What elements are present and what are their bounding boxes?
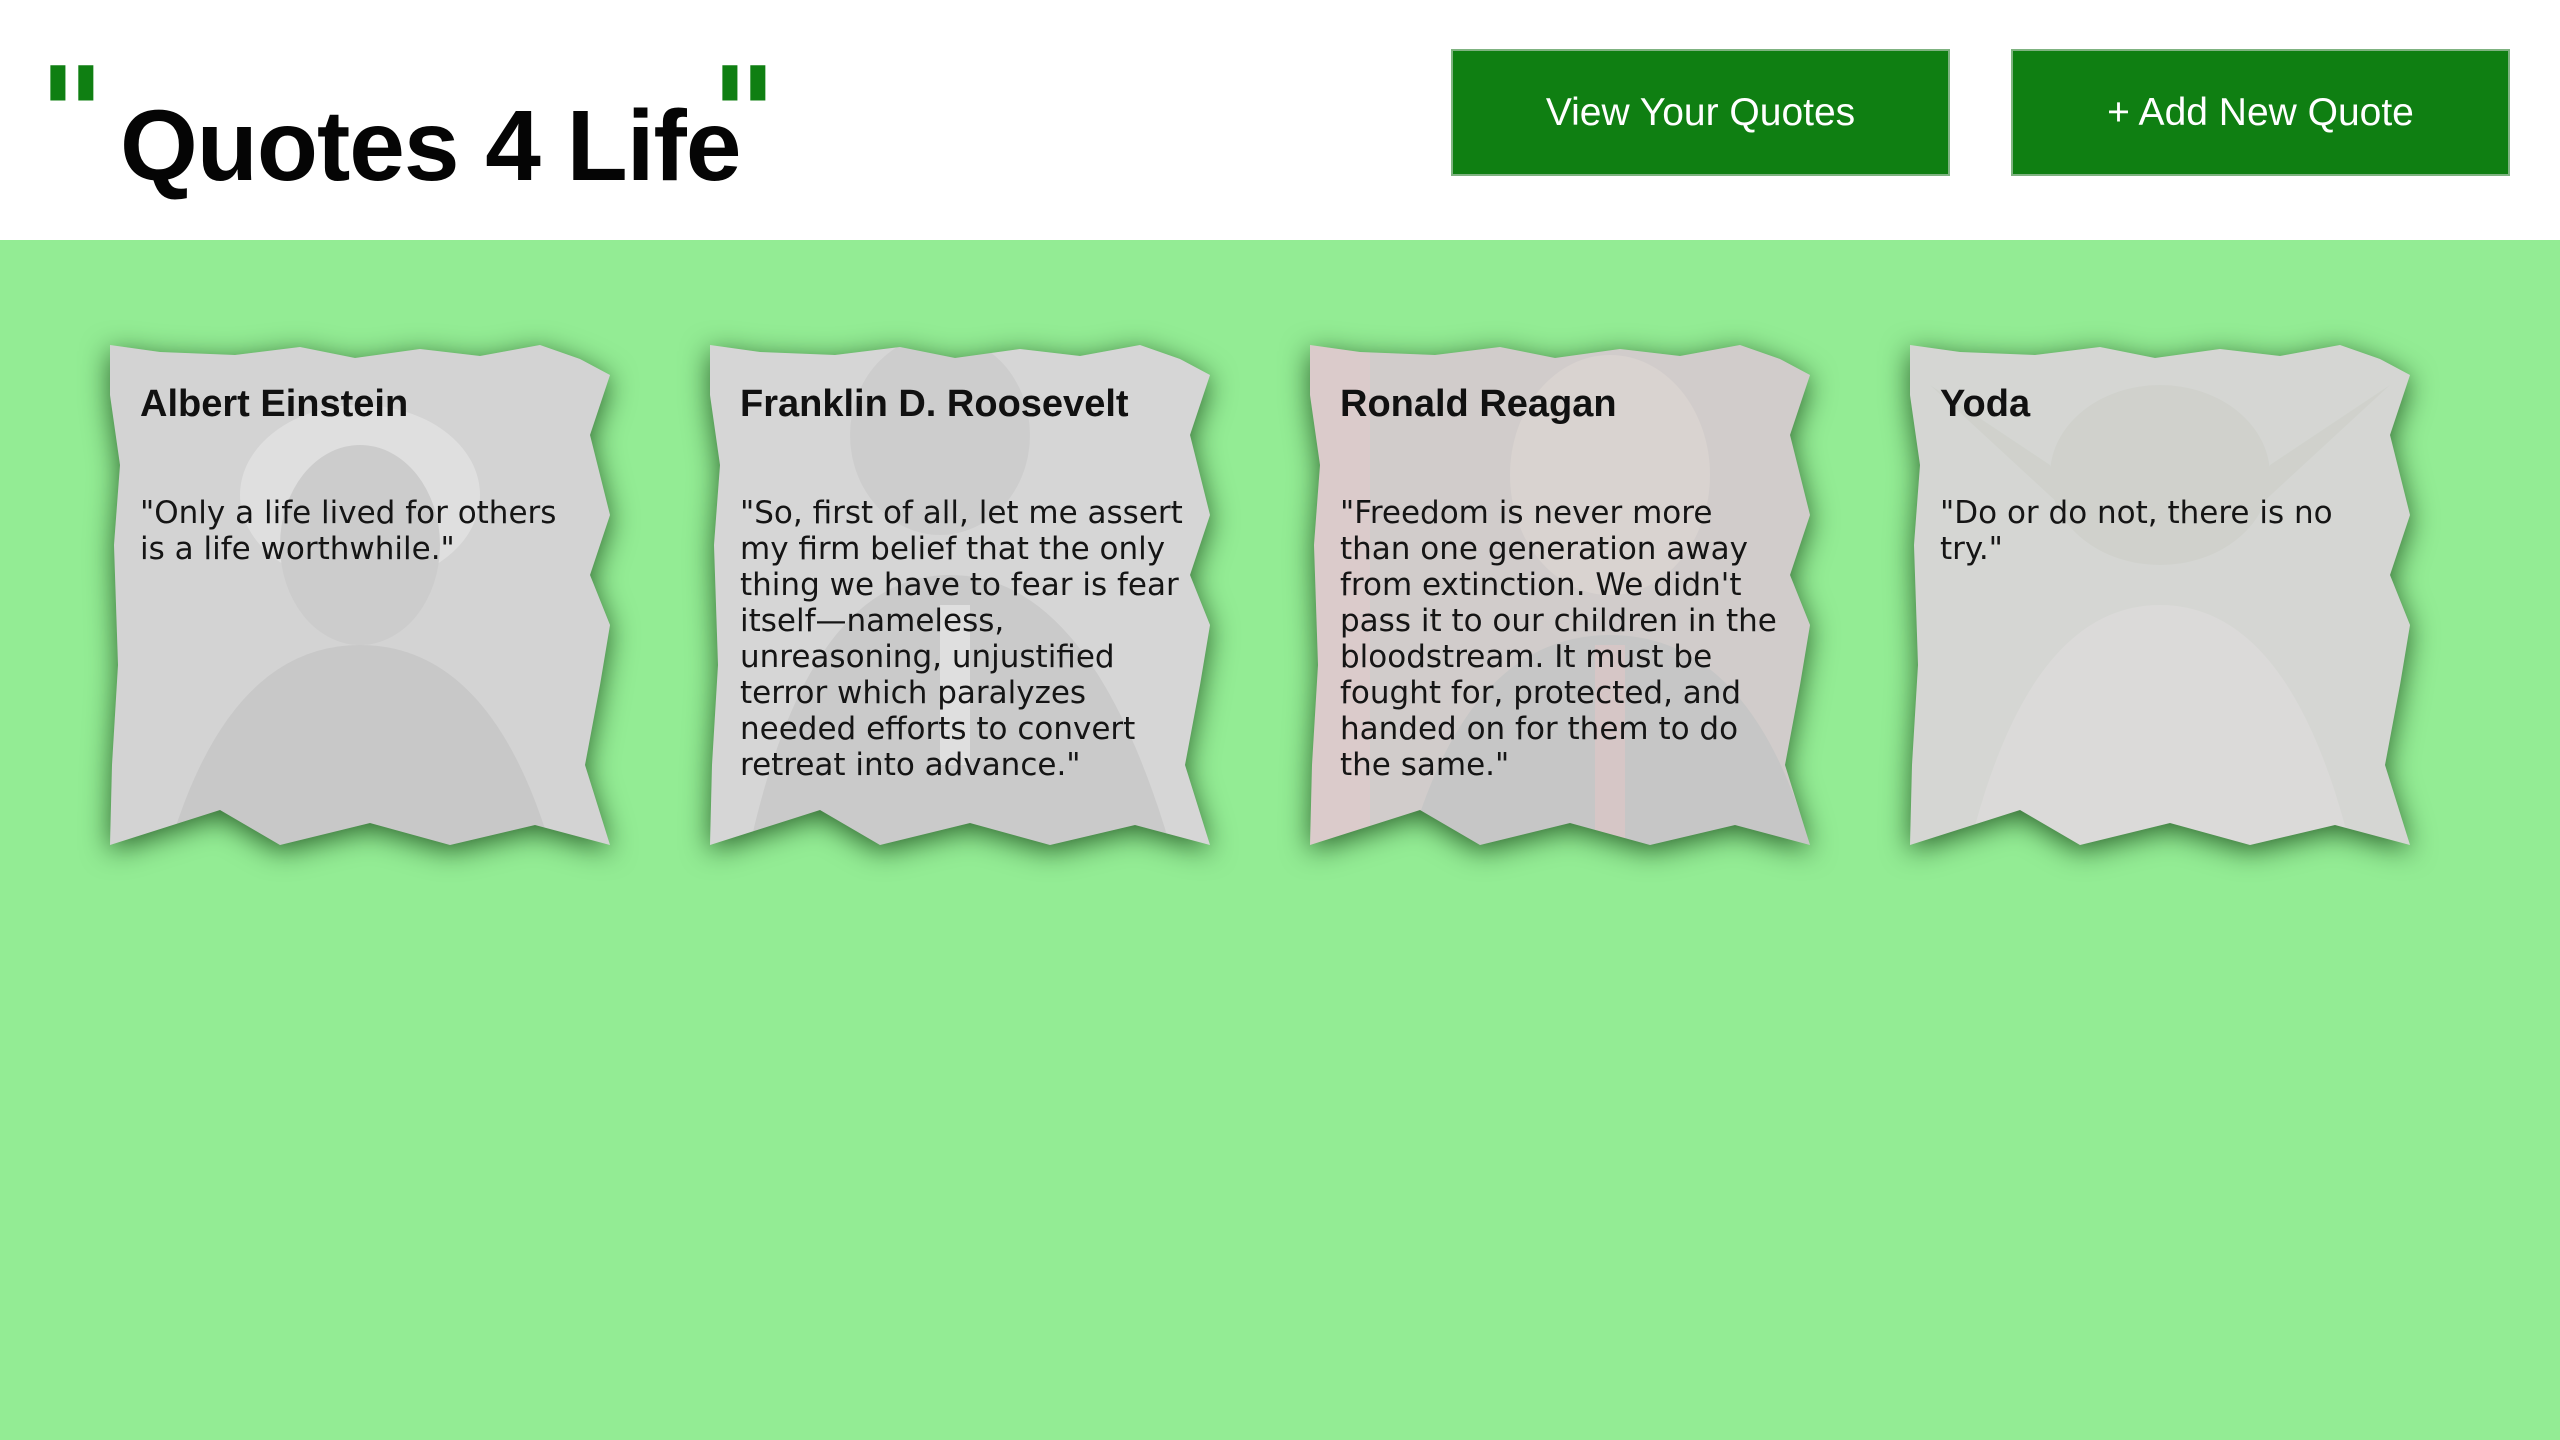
quote-author: Albert Einstein [140, 383, 409, 425]
quote-card-paper: Albert Einstein "Only a life lived for o… [110, 345, 610, 845]
quote-card-paper: Franklin D. Roosevelt "So, first of all,… [710, 345, 1210, 845]
quotes-board: Albert Einstein "Only a life lived for o… [0, 240, 2560, 1440]
add-new-quote-button[interactable]: + Add New Quote [2011, 49, 2510, 176]
site-logo[interactable]: " Quotes 4 Life " [38, 39, 798, 202]
view-your-quotes-button[interactable]: View Your Quotes [1451, 49, 1950, 176]
close-quote-icon: " [710, 39, 778, 191]
quote-card-paper: Yoda "Do or do not, there is no try." [1910, 345, 2410, 845]
open-quote-icon: " [38, 39, 106, 191]
site-title: Quotes 4 Life [120, 90, 741, 202]
quote-card-roosevelt[interactable]: Franklin D. Roosevelt "So, first of all,… [710, 345, 1210, 845]
header-bar: " Quotes 4 Life " View Your Quotes + Add… [0, 0, 2560, 240]
quote-text: "Freedom is never more than one generati… [1340, 495, 1777, 783]
quote-author: Yoda [1940, 383, 2031, 425]
quote-author: Ronald Reagan [1340, 383, 1617, 425]
quote-card-reagan[interactable]: Ronald Reagan "Freedom is never more tha… [1310, 345, 1810, 845]
quote-card-paper: Ronald Reagan "Freedom is never more tha… [1310, 345, 1810, 845]
quote-text: "Only a life lived for others is a life … [140, 495, 557, 567]
quote-author: Franklin D. Roosevelt [740, 383, 1129, 425]
quote-text: "Do or do not, there is no try." [1940, 495, 2333, 567]
quote-card-einstein[interactable]: Albert Einstein "Only a life lived for o… [110, 345, 610, 845]
quote-text: "So, first of all, let me assert my firm… [740, 495, 1183, 783]
quote-card-yoda[interactable]: Yoda "Do or do not, there is no try." [1910, 345, 2410, 845]
